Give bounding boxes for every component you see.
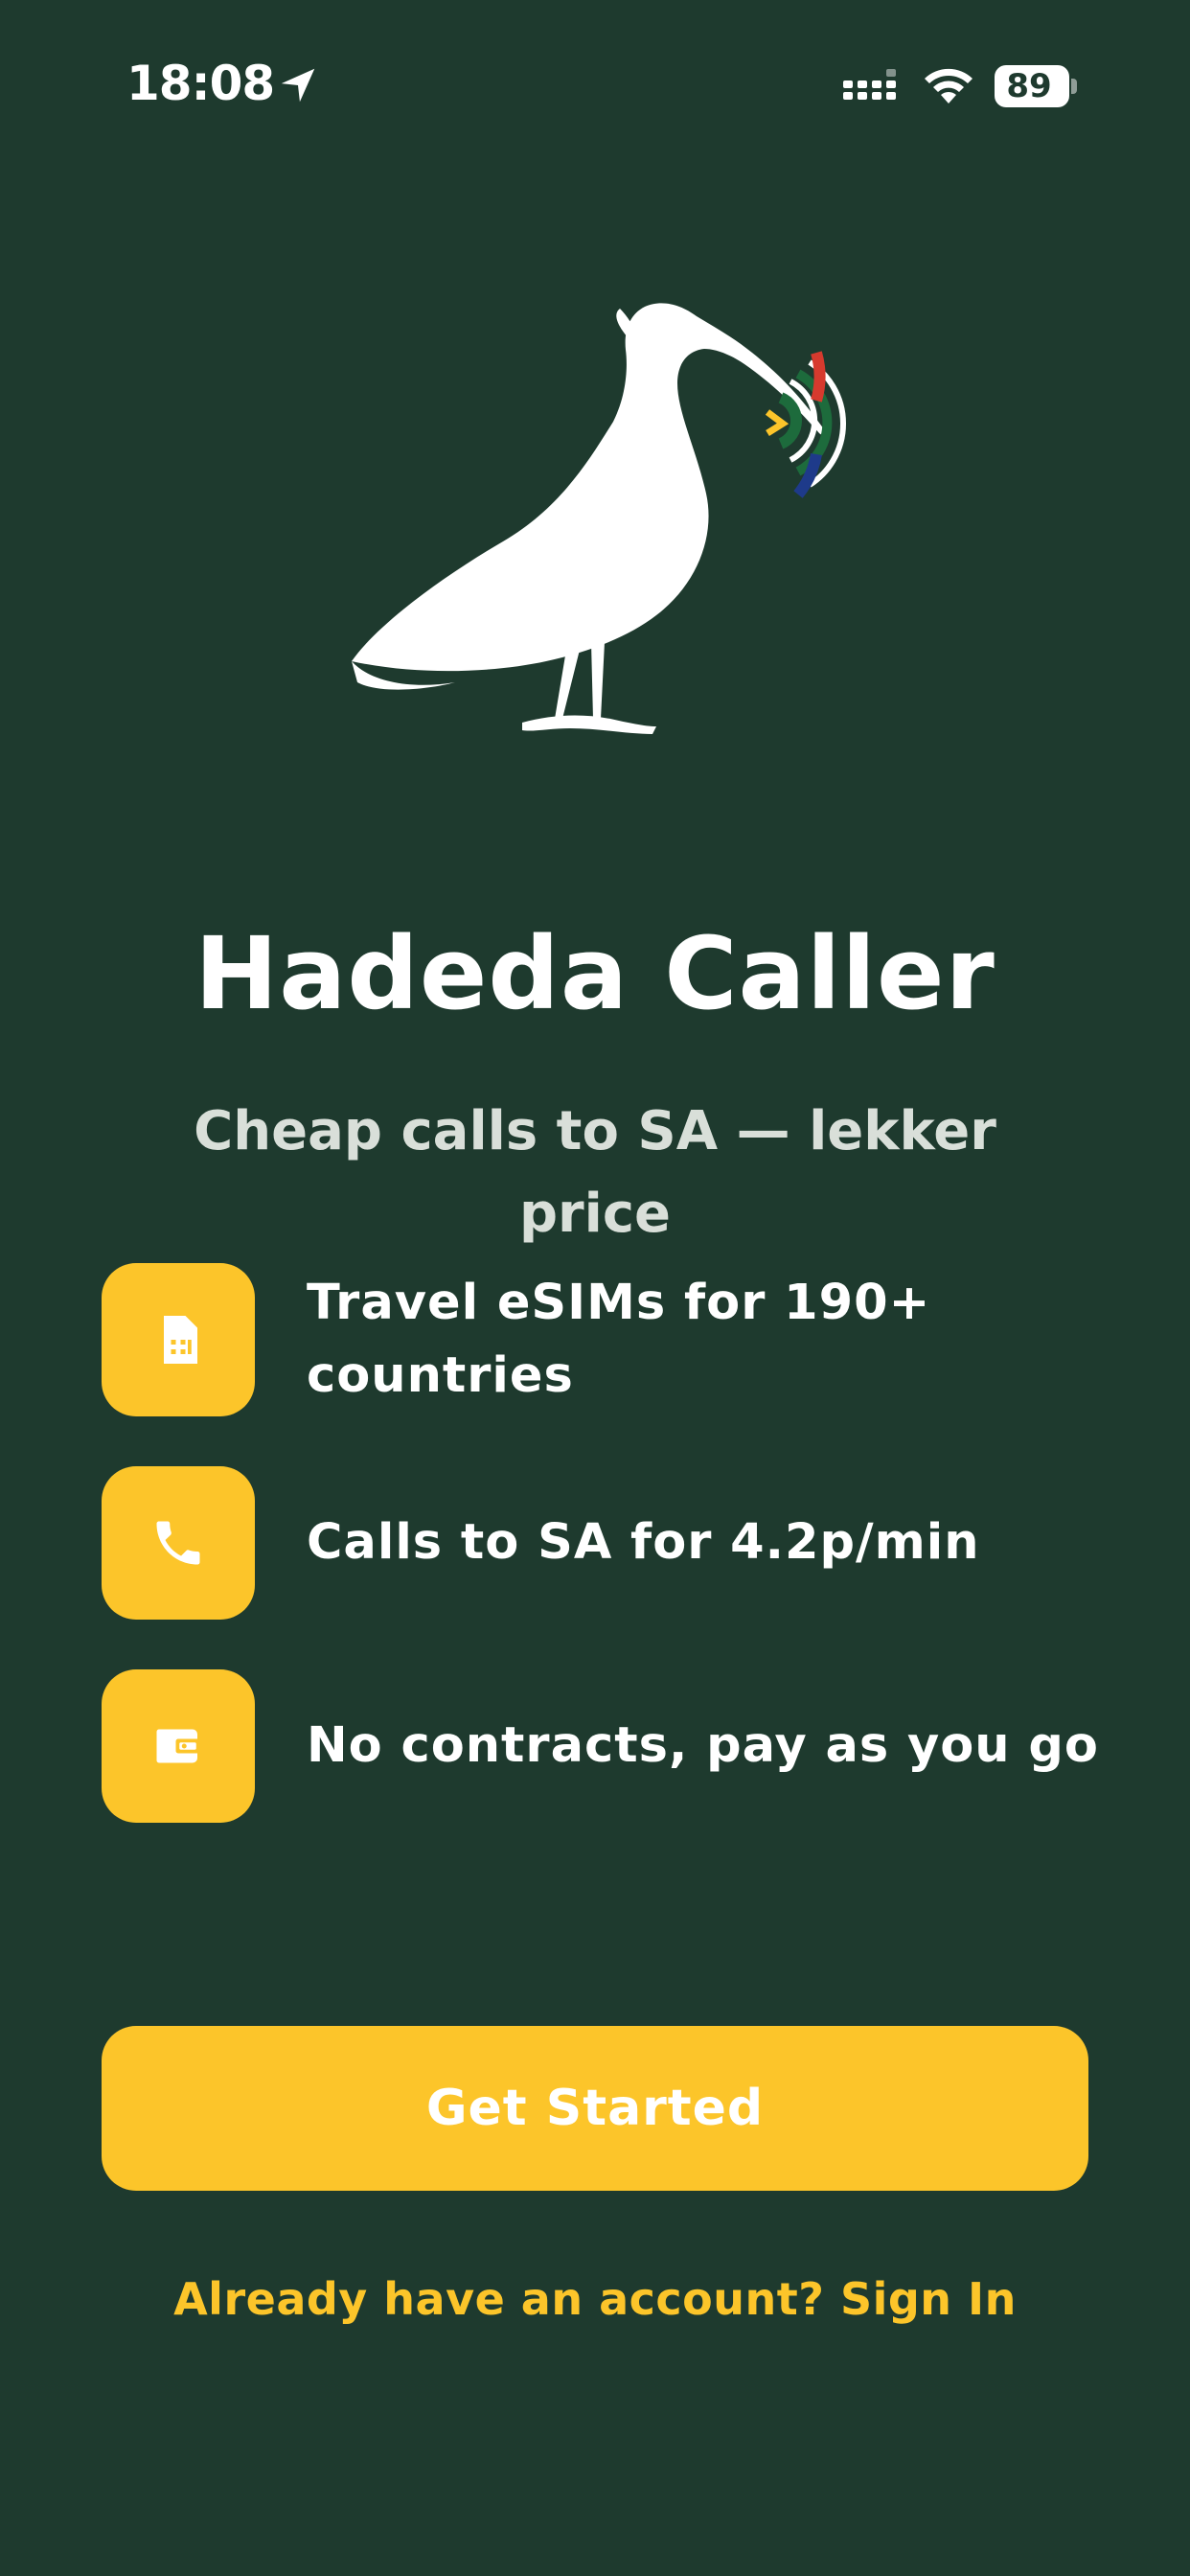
feature-text: Travel eSIMs for 190+ countries xyxy=(307,1275,931,1404)
location-arrow-icon xyxy=(281,68,315,103)
sim-card-icon xyxy=(164,1316,197,1364)
wifi-icon xyxy=(925,68,973,104)
feature-calls: Calls to SA for 4.2p/min xyxy=(102,1466,1117,1620)
ibis-silhouette xyxy=(352,303,826,734)
feature-text: No contracts, pay as you go xyxy=(307,1717,1099,1774)
get-started-button[interactable]: Get Started xyxy=(102,2026,1088,2191)
app-title: Hadeda Caller xyxy=(195,915,995,1032)
phone-icon xyxy=(156,1521,200,1565)
battery-cap xyxy=(1071,79,1077,94)
app-tagline: Cheap calls to SA — lekker price xyxy=(194,1100,996,1245)
status-bar: 18:08 89 xyxy=(0,0,1190,172)
feature-payg: No contracts, pay as you go xyxy=(102,1669,1117,1823)
hadeda-ibis-logo xyxy=(352,303,846,734)
feature-icon-box xyxy=(102,1263,255,1416)
cellular-signal-icon xyxy=(843,69,896,100)
sa-flag-signal-waves xyxy=(765,351,846,498)
battery-level: 89 xyxy=(1006,67,1052,105)
feature-icon-box xyxy=(102,1466,255,1620)
feature-text: Calls to SA for 4.2p/min xyxy=(307,1514,980,1571)
feature-esim: Travel eSIMs for 190+ countries xyxy=(102,1263,1117,1416)
battery-icon: 89 xyxy=(995,65,1077,107)
sign-in-link[interactable]: Already have an account? Sign In xyxy=(0,2273,1190,2325)
wallet-icon xyxy=(156,1729,200,1763)
feature-icon-box xyxy=(102,1669,255,1823)
status-time: 18:08 xyxy=(126,56,275,111)
